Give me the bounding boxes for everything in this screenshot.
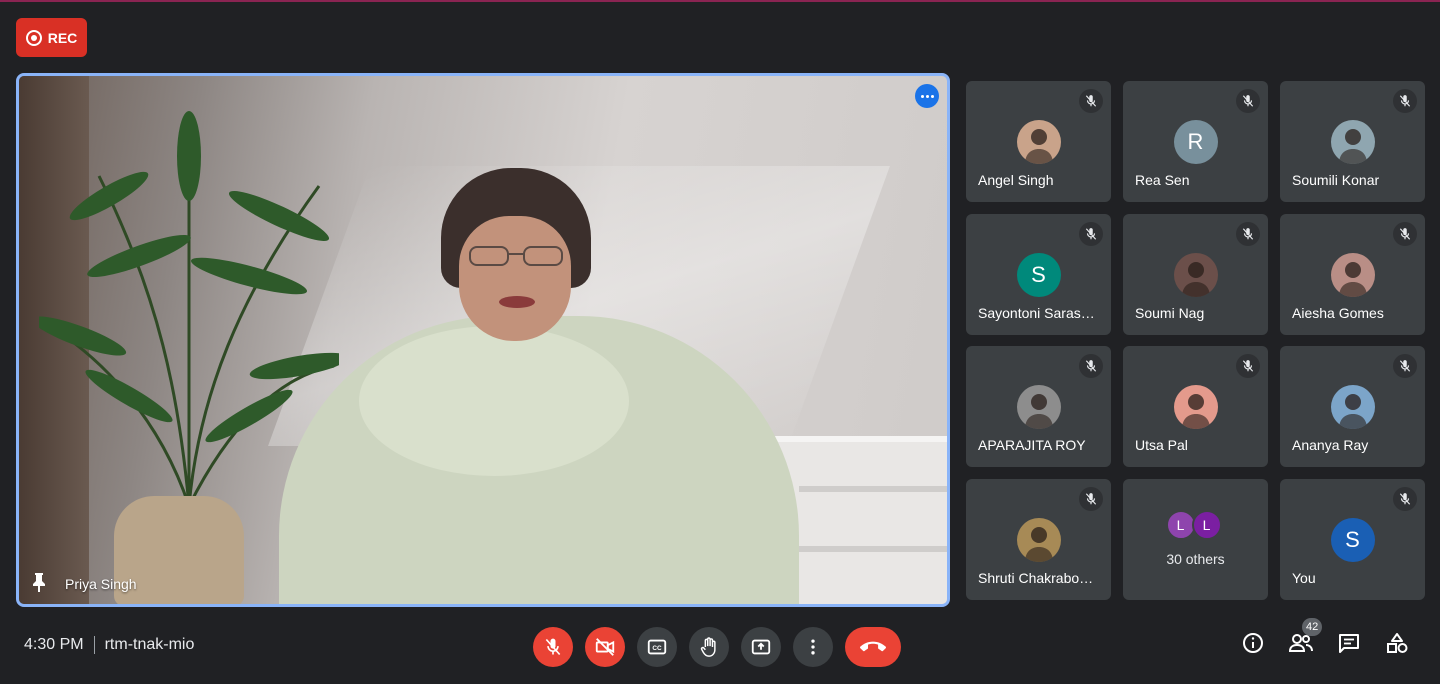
mic-off-icon xyxy=(1236,354,1260,378)
main-speaker-name: Priya Singh xyxy=(65,576,137,592)
meeting-time: 4:30 PM xyxy=(24,636,84,653)
participant-tile[interactable]: Angel Singh xyxy=(966,81,1111,202)
participant-name: Rea Sen xyxy=(1135,172,1190,188)
video-background-shelf xyxy=(799,486,947,492)
participant-name: Ananya Ray xyxy=(1292,437,1369,453)
more-options-button[interactable] xyxy=(793,627,833,667)
participant-name: Soumi Nag xyxy=(1135,305,1205,321)
more-options-icon[interactable] xyxy=(915,84,939,108)
mic-off-icon xyxy=(1393,354,1417,378)
others-tile[interactable]: L L 30 others xyxy=(1123,479,1268,600)
speaker-scarf xyxy=(359,326,629,476)
meeting-details-button[interactable] xyxy=(1240,630,1266,656)
avatar xyxy=(1330,120,1375,164)
avatar xyxy=(1016,518,1061,562)
record-icon xyxy=(25,29,42,46)
self-tile[interactable]: S You xyxy=(1280,479,1425,600)
others-count-label: 30 others xyxy=(1166,551,1225,567)
pin-icon[interactable] xyxy=(31,572,47,592)
mic-off-icon xyxy=(1079,89,1103,113)
mic-off-icon xyxy=(1393,487,1417,511)
avatar xyxy=(1173,385,1218,429)
avatar: S xyxy=(1016,253,1061,297)
video-background-shelf xyxy=(799,546,947,552)
avatar xyxy=(1330,385,1375,429)
participant-name: You xyxy=(1292,570,1316,586)
participant-tile[interactable]: Utsa Pal xyxy=(1123,346,1268,467)
participant-tile[interactable]: Soumi Nag xyxy=(1123,214,1268,335)
mic-off-icon xyxy=(1079,222,1103,246)
mic-off-icon xyxy=(1393,222,1417,246)
participant-name: Aiesha Gomes xyxy=(1292,305,1384,321)
participant-name: Utsa Pal xyxy=(1135,437,1188,453)
shapes-icon xyxy=(1387,633,1408,653)
activities-button[interactable] xyxy=(1384,630,1410,656)
participant-name: APARAJITA ROY xyxy=(978,437,1086,453)
mic-off-icon xyxy=(1236,89,1260,113)
camera-off-icon xyxy=(595,638,615,656)
meeting-code: rtm-tnak-mio xyxy=(104,636,195,653)
mic-off-icon xyxy=(545,638,561,656)
avatar: S xyxy=(1330,518,1375,562)
participant-tile[interactable]: S Sayontoni Saras… xyxy=(966,214,1111,335)
mic-off-icon xyxy=(1079,487,1103,511)
chat-button[interactable] xyxy=(1336,630,1362,656)
leave-call-button[interactable] xyxy=(845,627,901,667)
participant-tile[interactable]: Soumili Konar xyxy=(1280,81,1425,202)
captions-icon: CC xyxy=(647,639,667,655)
participant-tile[interactable]: Ananya Ray xyxy=(1280,346,1425,467)
present-screen-button[interactable] xyxy=(741,627,781,667)
present-icon xyxy=(751,639,771,655)
participant-grid: Angel Singh R Rea Sen Soumili Konar S Sayonto… xyxy=(966,81,1425,601)
recording-indicator[interactable]: REC xyxy=(16,18,87,57)
hand-icon xyxy=(700,637,716,657)
participant-tile[interactable]: Aiesha Gomes xyxy=(1280,214,1425,335)
people-button[interactable]: 42 xyxy=(1288,618,1323,656)
participant-name: Soumili Konar xyxy=(1292,172,1380,188)
main-video-tile[interactable]: Priya Singh xyxy=(16,73,950,607)
avatar: L xyxy=(1191,510,1222,540)
avatar xyxy=(1016,385,1061,429)
recording-label: REC xyxy=(47,29,78,46)
participant-count-badge: 42 xyxy=(1302,618,1323,636)
more-vert-icon xyxy=(811,639,815,655)
meeting-info: 4:30 PM rtm-tnak-mio xyxy=(24,636,194,654)
info-icon xyxy=(1243,633,1263,653)
avatar xyxy=(1330,253,1375,297)
call-controls: CC xyxy=(533,627,901,667)
speaker-mouth xyxy=(499,296,535,308)
avatar: R xyxy=(1173,120,1218,164)
raise-hand-button[interactable] xyxy=(689,627,729,667)
mic-off-icon xyxy=(1079,354,1103,378)
mic-toggle-button[interactable] xyxy=(533,627,573,667)
speaker-face xyxy=(459,216,571,341)
hang-up-icon xyxy=(860,641,886,652)
participant-tile[interactable]: R Rea Sen xyxy=(1123,81,1268,202)
camera-toggle-button[interactable] xyxy=(585,627,625,667)
participant-name: Angel Singh xyxy=(978,172,1054,188)
participant-tile[interactable]: Shruti Chakrabo… xyxy=(966,479,1111,600)
participant-name: Shruti Chakrabo… xyxy=(978,570,1094,586)
avatar xyxy=(1016,120,1061,164)
others-avatar-group: LL xyxy=(1123,510,1268,540)
mic-off-icon xyxy=(1393,89,1417,113)
participant-tile[interactable]: APARAJITA ROY xyxy=(966,346,1111,467)
captions-button[interactable]: CC xyxy=(637,627,677,667)
svg-text:CC: CC xyxy=(652,645,662,652)
mic-off-icon xyxy=(1236,222,1260,246)
speaker-glasses xyxy=(469,246,563,266)
divider xyxy=(93,636,95,654)
chat-icon xyxy=(1339,634,1359,653)
side-panel-buttons: 42 xyxy=(1240,618,1410,656)
avatar xyxy=(1173,253,1218,297)
participant-name: Sayontoni Saras… xyxy=(978,305,1095,321)
top-accent-line xyxy=(0,0,1440,2)
